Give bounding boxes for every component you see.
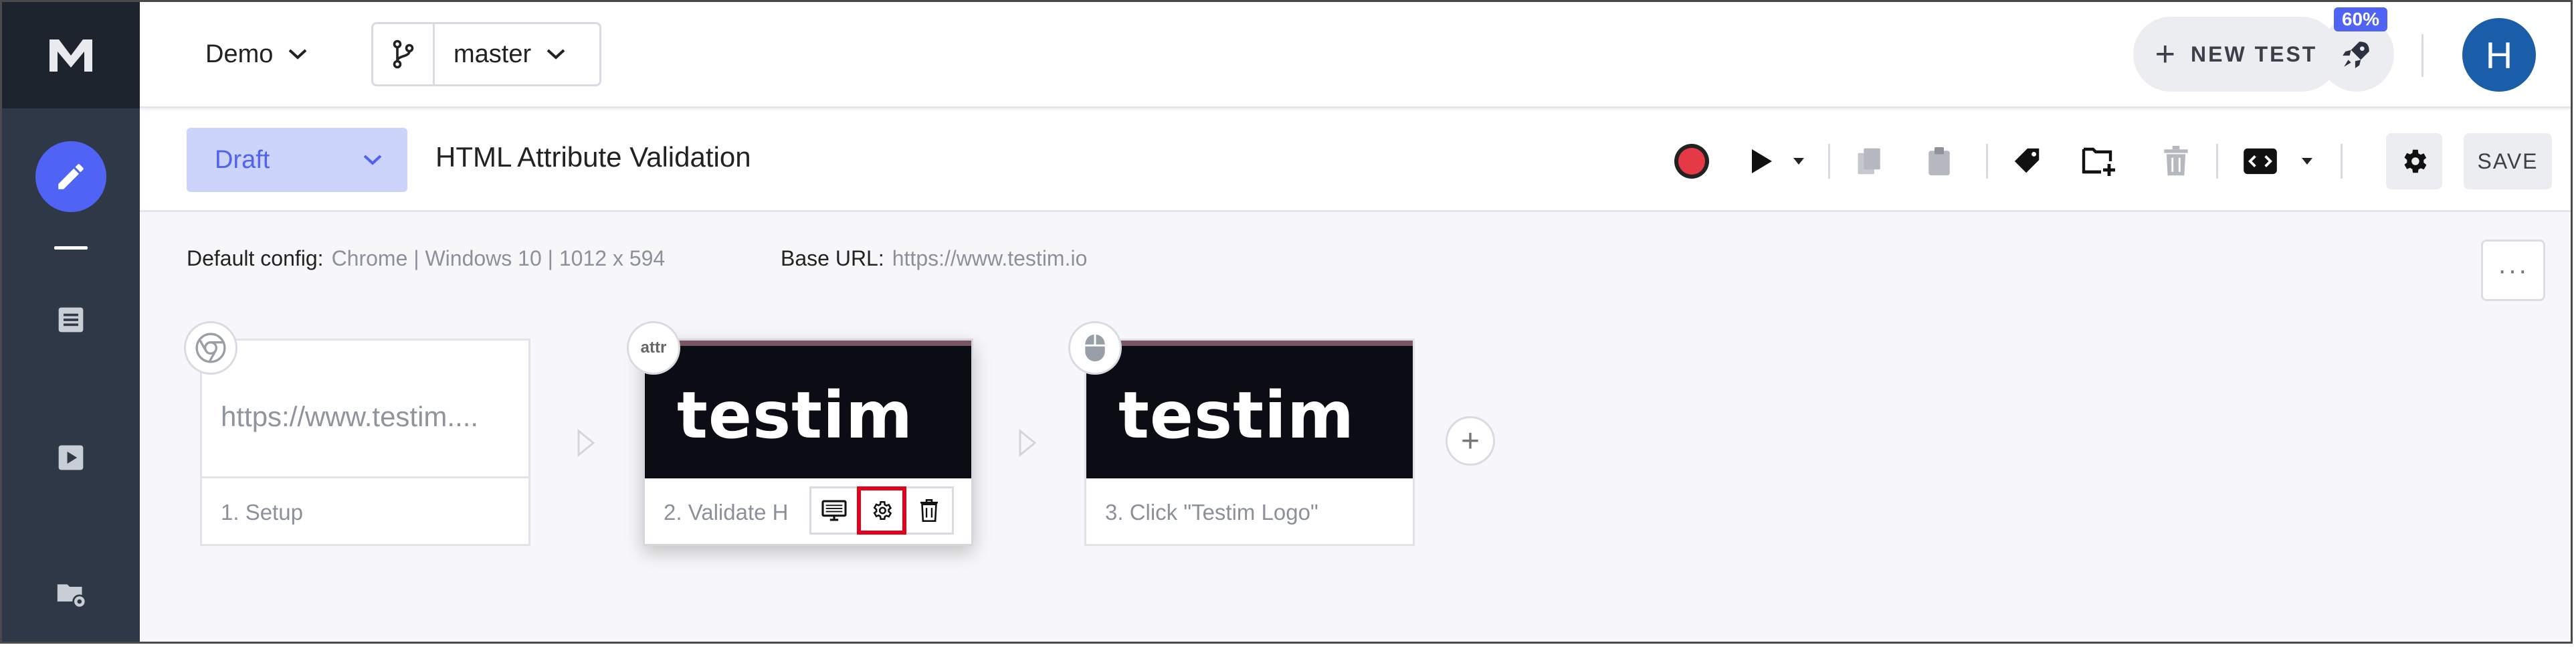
sidebar-item-tests[interactable] <box>54 303 88 337</box>
list-icon <box>58 307 84 333</box>
step-card-setup[interactable]: https://www.testim.... 1. Setup <box>200 339 530 546</box>
step-preview: https://www.testim.... <box>202 341 528 478</box>
plus-icon: + <box>1460 423 1480 459</box>
caret-down-icon <box>1793 158 1804 165</box>
trash-icon <box>920 499 938 522</box>
header-divider <box>2421 34 2423 77</box>
sidebar-item-settings[interactable] <box>54 577 88 611</box>
branch-selector[interactable]: master <box>371 22 601 86</box>
step-badge <box>1068 321 1122 375</box>
play-icon <box>1752 149 1772 173</box>
status-label: Draft <box>215 145 270 174</box>
default-config-value: Chrome | Windows 10 | 1012 x 594 <box>331 246 666 270</box>
project-selector[interactable]: Demo <box>205 34 308 74</box>
record-button[interactable] <box>1672 141 1712 181</box>
chrome-icon <box>195 333 226 363</box>
step-label: 1. Setup <box>221 500 303 525</box>
step-preview-logo: testim <box>677 378 913 453</box>
app-logo[interactable] <box>2 2 140 108</box>
add-to-folder-button[interactable] <box>2080 141 2120 181</box>
attr-badge-text: attr <box>640 339 667 357</box>
code-icon <box>2244 148 2277 175</box>
top-header: Demo master + NEW TEST 60% H <box>140 2 2571 108</box>
test-settings-button[interactable] <box>2386 133 2442 189</box>
step-delete-button[interactable] <box>904 486 954 535</box>
delete-button[interactable] <box>2156 141 2196 181</box>
play-box-icon <box>58 445 84 470</box>
monitor-icon <box>821 500 847 521</box>
chevron-down-icon <box>289 49 307 60</box>
code-button[interactable] <box>2239 141 2282 181</box>
code-options-dropdown[interactable] <box>2295 141 2319 181</box>
add-folder-icon <box>2082 147 2115 176</box>
sidebar-item-editor[interactable] <box>35 141 106 212</box>
step-badge: attr <box>627 321 680 375</box>
default-config[interactable]: Default config: Chrome | Windows 10 | 101… <box>187 246 665 271</box>
record-icon <box>1674 144 1709 179</box>
step-preview: testim <box>645 341 971 478</box>
more-options-button[interactable]: ··· <box>2481 240 2545 301</box>
folder-gear-icon <box>57 584 87 609</box>
step-screenshot-button[interactable] <box>809 486 859 535</box>
step-card-click[interactable]: testim 3. Click "Testim Logo" <box>1084 339 1415 546</box>
step-arrow <box>577 428 595 458</box>
step-preview: testim <box>1086 341 1413 478</box>
step-label: 3. Click "Testim Logo" <box>1105 500 1318 525</box>
copy-button[interactable] <box>1850 141 1890 181</box>
sidebar <box>2 2 140 642</box>
paste-button[interactable] <box>1919 141 1959 181</box>
toolbar-divider <box>1986 144 1988 179</box>
step-preview-url: https://www.testim.... <box>221 401 479 432</box>
rocket-icon <box>2343 41 2369 68</box>
base-url-value: https://www.testim.io <box>892 246 1088 270</box>
play-button[interactable] <box>1741 141 1781 181</box>
app-window: Demo master + NEW TEST 60% H Draft HTML … <box>0 0 2573 644</box>
test-name[interactable]: HTML Attribute Validation <box>435 141 751 173</box>
logo-icon <box>49 39 92 72</box>
gear-icon <box>873 500 892 521</box>
status-dropdown[interactable]: Draft <box>187 128 407 192</box>
tag-button[interactable] <box>2007 141 2048 181</box>
active-indicator <box>54 246 88 250</box>
new-test-label: NEW TEST <box>2191 41 2318 66</box>
test-canvas: Default config: Chrome | Windows 10 | 101… <box>140 214 2571 642</box>
user-avatar[interactable]: H <box>2462 18 2536 92</box>
new-test-button[interactable]: + NEW TEST <box>2133 17 2339 92</box>
branch-icon-box <box>373 24 435 84</box>
base-url[interactable]: Base URL: https://www.testim.io <box>781 246 1087 271</box>
progress-badge: 60% <box>2334 7 2387 31</box>
tag-icon <box>2014 148 2040 173</box>
step-badge <box>184 321 237 375</box>
play-options-dropdown[interactable] <box>1787 141 1811 181</box>
step-card-validate[interactable]: testim 2. Validate H <box>643 339 973 546</box>
chevron-down-icon <box>363 155 382 165</box>
pencil-icon <box>58 164 84 189</box>
project-name: Demo <box>205 39 274 68</box>
branch-name: master <box>435 40 566 69</box>
plus-icon: + <box>2155 35 2178 74</box>
sidebar-item-runs[interactable] <box>54 441 88 474</box>
step-properties-button[interactable] <box>857 486 906 535</box>
trash-icon <box>2164 146 2188 176</box>
toolbar-divider <box>2216 144 2218 179</box>
default-config-label: Default config: <box>187 246 324 270</box>
base-url-label: Base URL: <box>781 246 884 270</box>
chevron-down-icon <box>547 49 565 60</box>
mouse-icon <box>1085 334 1105 362</box>
git-branch-icon <box>393 39 413 69</box>
save-button[interactable]: SAVE <box>2464 133 2552 189</box>
caret-down-icon <box>2302 158 2312 165</box>
copy-icon <box>1858 148 1880 175</box>
step-label: 2. Validate H <box>664 500 789 525</box>
gear-icon <box>2404 149 2427 173</box>
step-arrow <box>1019 428 1037 458</box>
branch-label: master <box>454 39 532 68</box>
toolbar-divider <box>2341 144 2343 179</box>
add-step-button[interactable]: + <box>1446 416 1495 466</box>
step-actions <box>809 486 959 535</box>
step-preview-logo: testim <box>1118 378 1355 453</box>
test-toolbar: Draft HTML Attribute Validation SAVE <box>140 110 2571 212</box>
paste-icon <box>1928 147 1950 175</box>
toolbar-divider <box>1828 144 1830 179</box>
